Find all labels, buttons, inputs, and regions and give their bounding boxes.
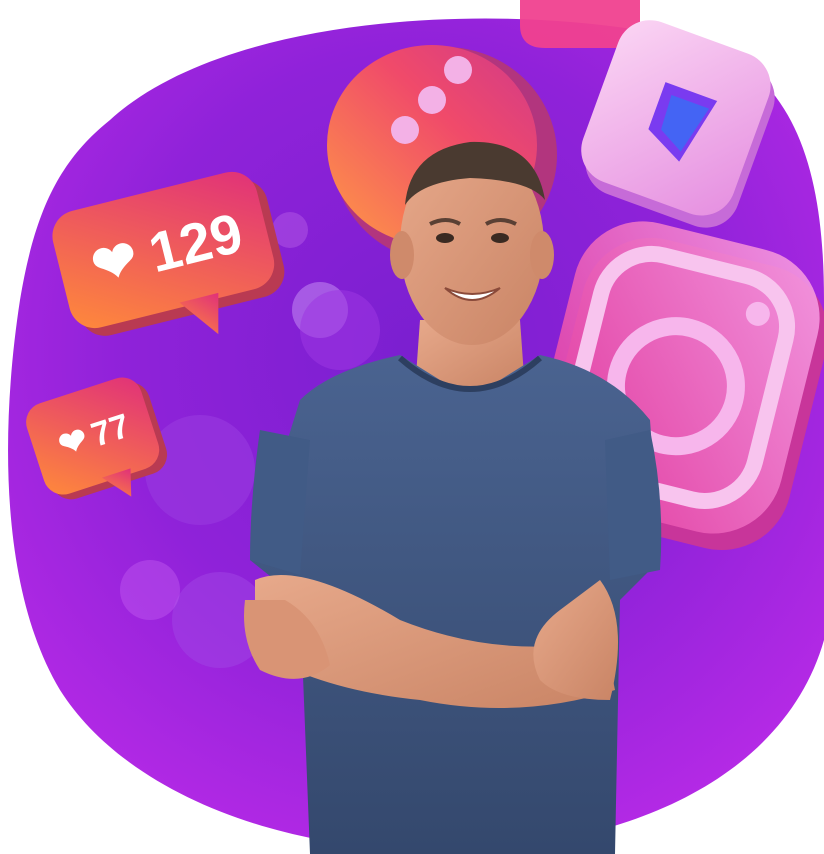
- head: [390, 141, 554, 345]
- person-photo: [244, 141, 662, 854]
- hero-illustration: ❤ 129 ❤ 77: [0, 0, 824, 854]
